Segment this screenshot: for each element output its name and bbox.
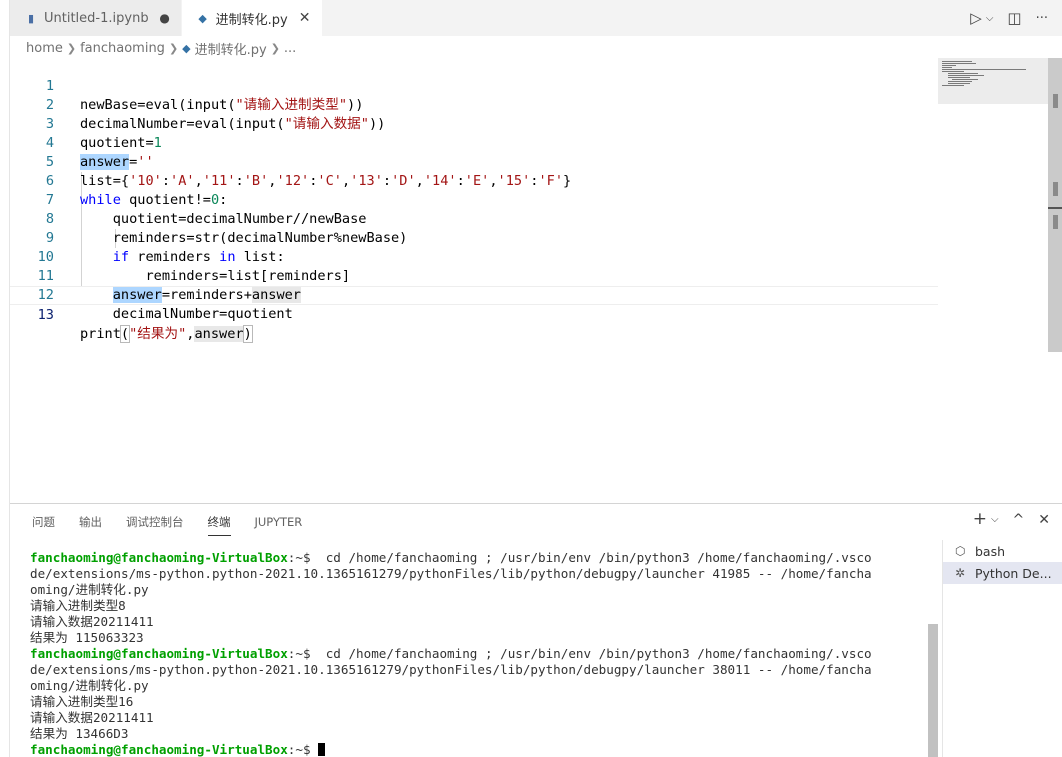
tab-jinzhi-py[interactable]: ◆ 进制转化.py ✕	[181, 0, 323, 36]
tab-terminal[interactable]: 终端	[207, 514, 231, 536]
tab-label: 进制转化.py	[215, 12, 288, 28]
scrollbar-cursor-marker	[1048, 207, 1062, 209]
code-line[interactable]: 2 decimalNumber=eval(input("请输入数据"))	[10, 77, 938, 132]
minimap-line	[942, 71, 964, 72]
terminal-prompt: fanchaoming@fanchaoming-VirtualBox	[30, 646, 288, 661]
code-editor[interactable]: 1 newBase=eval(input("请输入进制类型")) 2 decim…	[10, 58, 1048, 502]
minimap-line	[942, 61, 972, 62]
activity-edge	[0, 0, 10, 757]
terminal-cursor	[318, 743, 326, 756]
breadcrumb-home[interactable]: home	[26, 41, 63, 56]
terminal-output-line: 请输入数据20211411	[30, 710, 154, 725]
scrollbar-marker	[1053, 182, 1058, 196]
terminal-list: ⬡ bash ✲ Python De...	[943, 540, 1062, 584]
debug-icon: ✲	[955, 566, 966, 580]
prompt-suffix: :~$	[287, 646, 319, 661]
bottom-panel: 问题 输出 调试控制台 终端 JUPYTER + ⌵ ^ ✕ fanchaomi…	[10, 503, 1062, 757]
split-editor-icon[interactable]: ◫	[1007, 9, 1021, 27]
code-line[interactable]: 11 answer=reminders+answer	[10, 248, 938, 303]
terminal-prompt: fanchaoming@fanchaoming-VirtualBox	[30, 742, 288, 757]
terminal-command: de/extensions/ms-python.python-2021.10.1…	[30, 662, 872, 677]
maximize-panel-icon[interactable]: ^	[1013, 512, 1025, 529]
python-icon: ◆	[198, 11, 207, 25]
terminal-command: cd /home/fanchaoming ; /usr/bin/env /bin…	[318, 550, 872, 565]
code-line[interactable]: 5 list={'10':'A','11':'B','12':'C','13':…	[10, 134, 938, 189]
code-line[interactable]: 4 answer=''	[10, 115, 938, 170]
tab-debug-console[interactable]: 调试控制台	[126, 514, 184, 536]
terminal-command: cd /home/fanchaoming ; /usr/bin/env /bin…	[318, 646, 872, 661]
terminal-output-line: 请输入进制类型8	[30, 598, 126, 613]
close-icon[interactable]: ✕	[298, 10, 312, 26]
chevron-right-icon: ❯	[168, 41, 179, 55]
terminal-command: de/extensions/ms-python.python-2021.10.1…	[30, 566, 872, 581]
minimap-line	[948, 81, 972, 82]
minimap-line	[948, 73, 978, 74]
line-number: 13	[37, 307, 54, 323]
run-icon[interactable]: ▷	[970, 9, 982, 27]
minimap-line	[948, 83, 970, 84]
bash-icon: ⬡	[955, 544, 966, 558]
terminal-item-label: bash	[975, 543, 1006, 559]
terminal-output[interactable]: fanchaoming@fanchaoming-VirtualBox:~$ cd…	[30, 550, 920, 757]
terminal-output-line: 请输入进制类型16	[30, 694, 134, 709]
python-icon: ◆	[182, 41, 191, 55]
terminal-output-line: 结果为 115063323	[30, 630, 144, 645]
code-line[interactable]: 7 quotient=decimalNumber//newBase	[10, 172, 938, 227]
code-text: print("结果为",answer)	[80, 325, 253, 343]
prompt-suffix: :~$	[287, 550, 319, 565]
terminal-command: oming/进制转化.py	[30, 582, 149, 597]
terminal-item-label: Python De...	[975, 565, 1052, 581]
terminal-item-python-debug[interactable]: ✲ Python De...	[943, 562, 1062, 584]
tab-actions: ▷ ⌵ ◫ ···	[970, 0, 1048, 36]
minimap[interactable]	[938, 58, 1048, 104]
terminal-output-line: 请输入数据20211411	[30, 614, 154, 629]
tab-label: Untitled-1.ipynb	[44, 10, 149, 26]
code-line[interactable]: 10 reminders=list[reminders]	[10, 229, 938, 284]
minimap-line	[952, 79, 978, 80]
chevron-right-icon: ❯	[270, 41, 280, 55]
minimap-line	[942, 67, 952, 68]
minimap-line	[942, 63, 976, 64]
editor-tab-bar: ▮ Untitled-1.ipynb ● ◆ 进制转化.py ✕ ▷ ⌵ ◫ ·…	[10, 0, 1062, 36]
tab-problems[interactable]: 问题	[32, 514, 55, 536]
terminal-scrollbar[interactable]	[928, 624, 938, 757]
tab-jupyter[interactable]: JUPYTER	[255, 514, 303, 536]
panel-tabs: 问题 输出 调试控制台 终端 JUPYTER	[32, 514, 302, 536]
breadcrumb: home ❯ fanchaoming ❯ ◆ 进制转化.py ❯ ...	[26, 38, 296, 58]
scrollbar-marker	[1053, 94, 1058, 108]
add-terminal-icon[interactable]: +	[973, 509, 987, 529]
chevron-down-icon[interactable]: ⌵	[986, 13, 994, 24]
code-line[interactable]: 6 while quotient!=0:	[10, 153, 938, 208]
code-line-current[interactable]: 13 print("结果为",answer)	[10, 286, 938, 343]
terminal-command: oming/进制转化.py	[30, 678, 149, 693]
scrollbar-marker	[1053, 215, 1058, 229]
code-line[interactable]: 9 if reminders in list:	[10, 210, 938, 265]
chevron-right-icon: ❯	[66, 41, 77, 55]
more-actions-icon[interactable]: ···	[1036, 11, 1048, 26]
minimap-line	[948, 75, 984, 76]
code-line[interactable]: 1 newBase=eval(input("请输入进制类型"))	[10, 58, 938, 113]
terminal-output-line: 结果为 13466D3	[30, 726, 129, 741]
minimap-line	[948, 77, 970, 78]
terminal-prompt: fanchaoming@fanchaoming-VirtualBox	[30, 550, 288, 565]
prompt-suffix: :~$	[287, 742, 319, 757]
chevron-down-icon[interactable]: ⌵	[991, 514, 999, 529]
code-line[interactable]: 8 reminders=str(decimalNumber%newBase)	[10, 191, 938, 246]
minimap-line	[942, 69, 1026, 70]
breadcrumb-file[interactable]: 进制转化.py	[195, 39, 267, 58]
unsaved-dot-icon[interactable]: ●	[159, 11, 171, 25]
breadcrumb-folder[interactable]: fanchaoming	[80, 41, 165, 56]
minimap-line	[942, 85, 964, 86]
tab-untitled-notebook[interactable]: ▮ Untitled-1.ipynb ●	[10, 0, 182, 36]
tab-output[interactable]: 输出	[79, 514, 102, 536]
code-text: decimalNumber=quotient	[80, 306, 293, 322]
breadcrumb-ellipsis[interactable]: ...	[284, 41, 296, 56]
notebook-icon: ▮	[27, 11, 35, 25]
code-line[interactable]: 12 decimalNumber=quotient	[10, 267, 938, 322]
minimap-line	[942, 65, 956, 66]
terminal-item-bash[interactable]: ⬡ bash	[943, 540, 1062, 562]
close-panel-icon[interactable]: ✕	[1038, 512, 1050, 529]
code-line[interactable]: 3 quotient=1	[10, 96, 938, 151]
panel-actions: + ⌵ ^ ✕	[973, 509, 1050, 529]
